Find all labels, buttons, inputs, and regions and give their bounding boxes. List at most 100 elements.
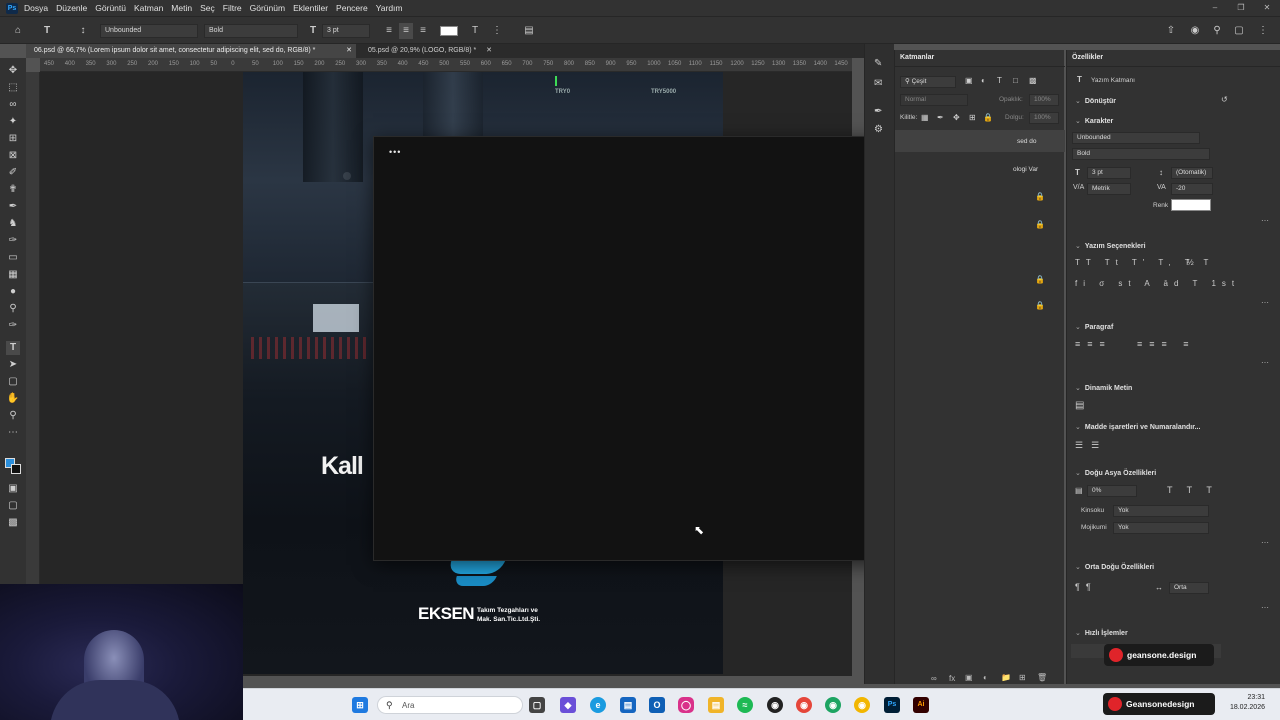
chrome-icon[interactable]: ◉ xyxy=(796,697,812,713)
fill-input[interactable]: 100% xyxy=(1029,112,1059,124)
layer-name[interactable]: ologi Var xyxy=(1013,166,1038,173)
more-options-icon[interactable]: ⋯ xyxy=(1261,358,1270,367)
brush-tool-icon[interactable]: ✒ xyxy=(6,200,20,214)
quick-mask-icon[interactable]: ▣ xyxy=(6,482,20,496)
clock-time[interactable]: 23:31 xyxy=(1233,694,1265,701)
brush-settings-icon[interactable]: ✒ xyxy=(874,106,882,117)
frame-tool-icon[interactable]: ⊠ xyxy=(6,149,20,163)
section-dynamic-text[interactable]: Dinamik Metin xyxy=(1075,384,1132,392)
character-panel-icon[interactable]: ▤ xyxy=(522,23,536,39)
home-icon[interactable]: ⌂ xyxy=(11,23,25,39)
text-color-swatch[interactable] xyxy=(1171,199,1211,211)
menu-gorunum[interactable]: Görünüm xyxy=(250,3,285,13)
filter-smart-icon[interactable]: ▩ xyxy=(1029,76,1037,85)
spotify-icon[interactable]: ≈ xyxy=(737,697,753,713)
zoom-tool-icon[interactable]: ⚲ xyxy=(6,409,20,423)
align-select[interactable]: Orta xyxy=(1169,582,1209,594)
move-tool-icon[interactable]: ✥ xyxy=(6,64,20,78)
menu-goruntu[interactable]: Görüntü xyxy=(95,3,126,13)
justify-icons[interactable]: ≡≡≡ ≡ xyxy=(1137,339,1196,349)
east-asian-icons[interactable]: T T T xyxy=(1167,485,1218,495)
font-size-select[interactable]: 3 pt xyxy=(1087,167,1131,179)
crop-tool-icon[interactable]: ⊞ xyxy=(6,132,20,146)
menu-metin[interactable]: Metin xyxy=(171,3,192,13)
kerning-select[interactable]: Metrik xyxy=(1087,183,1131,195)
magic-wand-icon[interactable]: ✦ xyxy=(6,115,20,129)
layer-row[interactable]: sed do xyxy=(895,130,1065,152)
font-style-select[interactable]: Bold xyxy=(204,24,298,38)
tab-close-icon[interactable]: ✕ xyxy=(346,44,352,58)
section-transform[interactable]: Dönüştür xyxy=(1075,97,1116,105)
search-icon[interactable]: ⚲ xyxy=(1210,23,1224,39)
trash-icon[interactable]: 🗑 xyxy=(1037,673,1047,682)
stamp-tool-icon[interactable]: ♞ xyxy=(6,217,20,231)
artboard-icon[interactable]: ▩ xyxy=(6,516,20,530)
text-color-swatch[interactable] xyxy=(440,26,458,36)
more-options-icon[interactable]: ⋯ xyxy=(1261,538,1270,547)
adjustments-icon[interactable]: ⚙ xyxy=(874,124,883,135)
section-type-options[interactable]: Yazım Seçenekleri xyxy=(1075,242,1146,250)
task-view-icon[interactable]: ▢ xyxy=(529,697,545,713)
notification-icon[interactable]: ◉ xyxy=(1188,23,1202,39)
font-family-select[interactable]: Unbounded xyxy=(1072,132,1200,144)
3d-icon[interactable]: ⋮ xyxy=(490,23,504,39)
menu-katman[interactable]: Katman xyxy=(134,3,163,13)
outlook-icon[interactable]: O xyxy=(649,697,665,713)
orientation-icon[interactable]: ↕ xyxy=(76,23,90,39)
section-paragraph[interactable]: Paragraf xyxy=(1075,323,1113,331)
opentype-icons[interactable]: fi σ st A ād T 1st xyxy=(1075,279,1240,288)
filter-type-icon[interactable]: T xyxy=(997,76,1002,85)
section-east-asian[interactable]: Doğu Asya Özellikleri xyxy=(1075,469,1156,477)
menu-sec[interactable]: Seç xyxy=(200,3,215,13)
history-brush-icon[interactable]: ✑ xyxy=(6,234,20,248)
mojikumi-select[interactable]: Yok xyxy=(1113,522,1209,534)
fx-icon[interactable]: fx xyxy=(949,674,955,683)
comments-icon[interactable]: ✉ xyxy=(874,78,882,89)
more-options-icon[interactable]: ••• xyxy=(389,147,401,157)
filter-pixel-icon[interactable]: ▣ xyxy=(965,76,973,85)
restore-icon[interactable]: ❐ xyxy=(1228,0,1254,16)
lock-artboard-icon[interactable]: ⊞ xyxy=(969,113,976,122)
chrome-profile-icon[interactable]: ◉ xyxy=(825,697,841,713)
font-family-select[interactable]: Unbounded xyxy=(100,24,198,38)
reset-icon[interactable]: ↺ xyxy=(1221,95,1228,104)
more-options-icon[interactable]: ⋯ xyxy=(1261,603,1270,612)
clock-date[interactable]: 18.02.2026 xyxy=(1219,704,1265,711)
path-select-icon[interactable]: ➤ xyxy=(6,358,20,372)
section-character[interactable]: Karakter xyxy=(1075,117,1113,125)
windows-start-icon[interactable]: ⊞ xyxy=(352,697,368,713)
group-icon[interactable]: 📁 xyxy=(1001,673,1011,682)
font-size-select[interactable]: 3 pt xyxy=(322,24,370,38)
tab-close-icon[interactable]: ✕ xyxy=(486,44,492,58)
filter-adjust-icon[interactable]: ◐ xyxy=(981,76,986,85)
section-quick-actions[interactable]: Hızlı İşlemler xyxy=(1075,629,1128,637)
lasso-tool-icon[interactable]: ∞ xyxy=(6,98,20,112)
bullet-list-icons[interactable]: ☰☰ xyxy=(1075,440,1107,451)
section-middle-east[interactable]: Orta Doğu Özellikleri xyxy=(1075,563,1154,571)
minimize-icon[interactable]: – xyxy=(1202,0,1228,16)
section-bullets[interactable]: Madde işaretleri ve Numaralandır... xyxy=(1075,423,1201,431)
shape-tool-icon[interactable]: ▢ xyxy=(6,375,20,389)
warp-text-icon[interactable]: T xyxy=(468,23,482,39)
properties-panel-title[interactable]: Özellikler xyxy=(1072,54,1103,61)
type-tool-preset-icon[interactable]: T xyxy=(40,23,54,39)
adjustment-layer-icon[interactable]: ◐ xyxy=(983,673,988,682)
blur-tool-icon[interactable]: ● xyxy=(6,285,20,299)
taskbar-search[interactable]: ⚲ Ara xyxy=(377,696,523,714)
new-layer-icon[interactable]: ⊞ xyxy=(1019,673,1026,682)
mask-icon[interactable]: ▣ xyxy=(965,673,973,682)
menu-dosya[interactable]: Dosya xyxy=(24,3,48,13)
font-style-select[interactable]: Bold xyxy=(1072,148,1210,160)
tab-06-psd[interactable]: 06.psd @ 66,7% (Lorem ipsum dolor sit am… xyxy=(26,44,356,58)
screen-mode-icon[interactable]: ▢ xyxy=(6,499,20,513)
direction-icons[interactable]: ¶¶ xyxy=(1075,582,1097,592)
lock-all-icon[interactable]: 🔒 xyxy=(983,113,993,122)
align-left-icon[interactable]: ≡ xyxy=(382,23,396,39)
align-center-icon[interactable]: ≡ xyxy=(399,23,413,39)
gradient-tool-icon[interactable]: ▦ xyxy=(6,268,20,282)
filter-shape-icon[interactable]: □ xyxy=(1013,76,1018,85)
widgets-icon[interactable]: ◆ xyxy=(560,697,576,713)
paragraph-align-icons[interactable]: ≡≡≡ xyxy=(1075,339,1112,349)
pen-tool-icon[interactable]: ✑ xyxy=(6,319,20,333)
align-right-icon[interactable]: ≡ xyxy=(416,23,430,39)
